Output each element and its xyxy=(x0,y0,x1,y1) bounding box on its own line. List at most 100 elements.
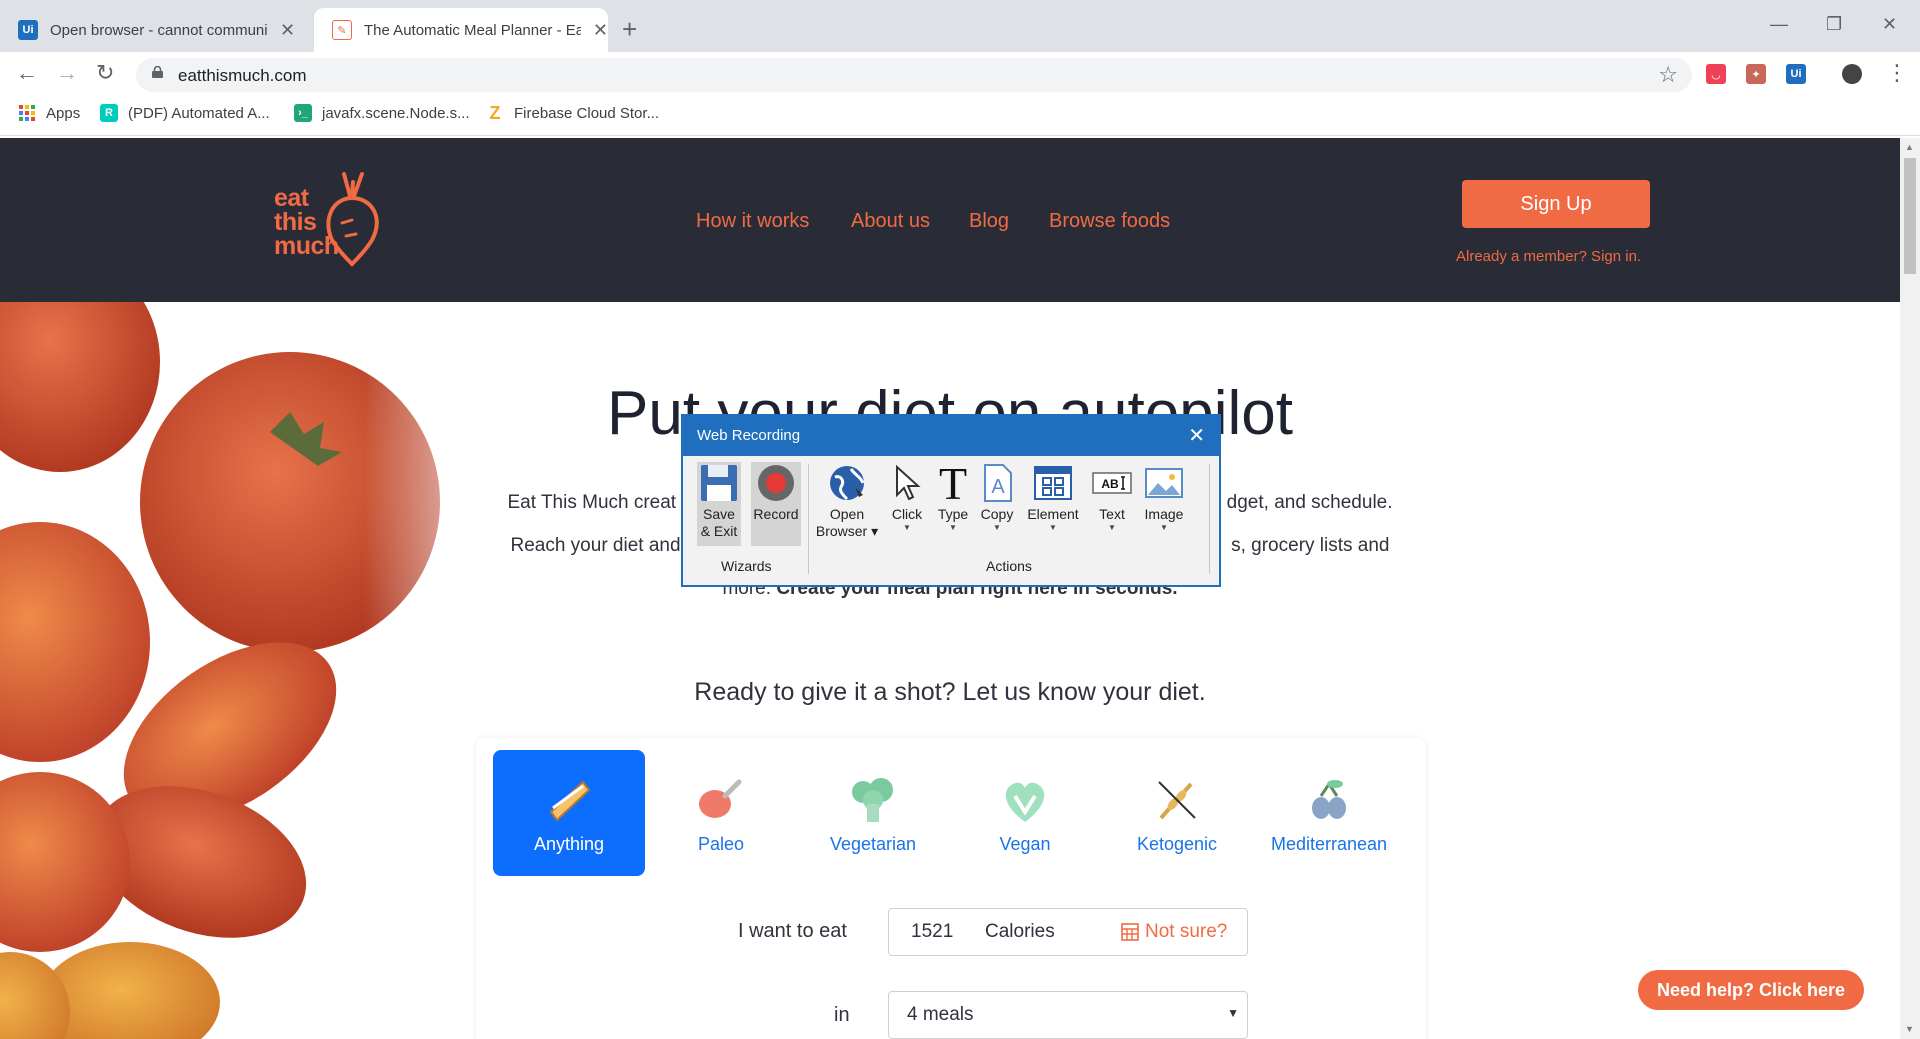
text-button[interactable]: AB Text ▼ xyxy=(1091,460,1133,532)
record-button[interactable]: Record xyxy=(751,460,801,523)
reload-icon[interactable]: ↻ xyxy=(96,60,114,86)
dialog-title: Web Recording xyxy=(697,427,801,444)
bookmark-star-icon[interactable]: ☆ xyxy=(1658,62,1678,88)
browser-word: Browser xyxy=(815,523,868,539)
copy-document-icon: A xyxy=(977,460,1017,506)
tab-meal-planner[interactable]: ✎ The Automatic Meal Planner - Ea ✕ xyxy=(314,8,608,52)
menu-icon[interactable]: ⋮ xyxy=(1886,60,1908,86)
sign-in-link[interactable]: Already a member? Sign in. xyxy=(1456,248,1641,265)
broccoli-icon xyxy=(852,778,893,822)
calories-input[interactable]: 1521 Calories Not sure? xyxy=(888,908,1248,956)
bookmark-javafx[interactable]: ›_ javafx.scene.Node.s... xyxy=(294,104,470,122)
need-help-button[interactable]: Need help? Click here xyxy=(1638,970,1864,1010)
nav-about-us[interactable]: About us xyxy=(851,210,930,233)
lead-text: s, grocery lists and xyxy=(1231,535,1390,556)
copy-label: Copy xyxy=(980,506,1014,522)
diet-paleo[interactable]: Paleo xyxy=(645,750,797,876)
dialog-titlebar[interactable]: Web Recording ✕ xyxy=(683,416,1219,456)
svg-text:A: A xyxy=(991,476,1005,498)
site-header: eat this much How it works About us Blog… xyxy=(0,138,1900,302)
diet-label: Ketogenic xyxy=(1136,834,1218,854)
wheat-crossed-icon xyxy=(1158,781,1196,820)
site-logo[interactable]: eat this much xyxy=(274,168,392,268)
url-text: eatthismuch.com xyxy=(178,66,307,85)
globe-icon xyxy=(827,460,867,506)
zotero-icon: Z xyxy=(486,103,504,123)
not-sure-link[interactable]: Not sure? xyxy=(1121,921,1227,943)
in-label: in xyxy=(834,1004,850,1026)
copy-button[interactable]: A Copy ▼ xyxy=(977,460,1017,532)
tab-strip: Ui Open browser - cannot communi ✕ ✎ The… xyxy=(0,0,1920,52)
nav-browse-foods[interactable]: Browse foods xyxy=(1049,210,1170,233)
image-button[interactable]: Image ▼ xyxy=(1139,460,1189,532)
text-field-icon: AB xyxy=(1092,460,1132,506)
element-window-icon xyxy=(1033,460,1073,506)
meals-select[interactable]: 4 meals ▼ xyxy=(888,991,1248,1039)
dropdown-arrow-icon: ▼ xyxy=(903,523,911,532)
diet-vegetarian[interactable]: Vegetarian xyxy=(797,750,949,876)
web-page: eat this much How it works About us Blog… xyxy=(0,138,1900,1039)
tab-open-browser[interactable]: Ui Open browser - cannot communi ✕ xyxy=(0,8,312,52)
wizards-group-label: Wizards xyxy=(721,558,772,574)
diet-anything[interactable]: Anything xyxy=(493,750,645,876)
bookmark-firebase[interactable]: Z Firebase Cloud Stor... xyxy=(486,103,659,123)
element-button[interactable]: Element ▼ xyxy=(1023,460,1083,532)
record-label: Record xyxy=(753,506,799,522)
text-label: Text xyxy=(1099,506,1125,522)
profile-avatar[interactable] xyxy=(1842,64,1862,84)
meals-value: 4 meals xyxy=(907,1004,974,1025)
image-label: Image xyxy=(1144,506,1184,522)
address-bar[interactable]: eatthismuch.com ☆ xyxy=(136,58,1692,92)
not-sure-text: Not sure? xyxy=(1145,921,1228,942)
close-tab-icon[interactable]: ✕ xyxy=(593,20,608,41)
uipath-extension-icon[interactable]: Ui xyxy=(1786,64,1806,84)
scroll-up-icon[interactable]: ▲ xyxy=(1905,142,1914,152)
click-button[interactable]: Click ▼ xyxy=(887,460,927,532)
lead-text: Eat This Much creat xyxy=(507,492,677,513)
diet-vegan[interactable]: Vegan xyxy=(949,750,1101,876)
element-label: Element xyxy=(1027,506,1079,522)
save-exit-button[interactable]: Save & Exit xyxy=(697,460,741,540)
bookmark-apps[interactable]: Apps xyxy=(18,104,80,122)
close-tab-icon[interactable]: ✕ xyxy=(280,20,295,41)
dropdown-arrow-icon: ▼ xyxy=(1049,523,1057,532)
nav-how-it-works[interactable]: How it works xyxy=(696,210,809,233)
group-separator xyxy=(808,464,809,574)
pocket-extension-icon[interactable]: ◡ xyxy=(1706,64,1726,84)
olives-icon xyxy=(1312,780,1346,819)
svg-text:AB: AB xyxy=(1101,477,1119,491)
close-window-icon[interactable]: ✕ xyxy=(1882,14,1897,35)
type-t-icon: T xyxy=(938,457,968,509)
record-icon xyxy=(756,460,796,506)
sign-up-button[interactable]: Sign Up xyxy=(1462,180,1650,228)
scroll-down-icon[interactable]: ▼ xyxy=(1905,1024,1914,1034)
sandwich-icon xyxy=(549,780,591,822)
diet-mediterranean[interactable]: Mediterranean xyxy=(1253,750,1405,876)
web-recording-dialog: Web Recording ✕ Save & Exit Record Wizar… xyxy=(681,414,1221,587)
lead-text: dget, and schedule. xyxy=(1226,492,1393,513)
forward-icon[interactable]: → xyxy=(56,60,78,86)
minimize-icon[interactable]: — xyxy=(1770,14,1788,35)
bookmark-label: Apps xyxy=(46,104,81,122)
lead-text: Reach your diet and xyxy=(510,535,681,556)
calculator-icon xyxy=(1121,923,1139,941)
close-dialog-icon[interactable]: ✕ xyxy=(1188,423,1205,448)
open-browser-button[interactable]: Open Browser ▾ xyxy=(815,460,879,540)
click-label: Click xyxy=(891,506,923,522)
nav-blog[interactable]: Blog xyxy=(969,210,1009,233)
scrollbar-thumb[interactable] xyxy=(1904,158,1916,274)
type-button[interactable]: T Type ▼ xyxy=(935,460,971,532)
group-separator xyxy=(1209,464,1210,574)
back-icon[interactable]: ← xyxy=(16,60,38,86)
new-tab-icon[interactable]: + xyxy=(622,14,637,45)
diet-ketogenic[interactable]: Ketogenic xyxy=(1101,750,1253,876)
bookmark-pdf[interactable]: R (PDF) Automated A... xyxy=(100,104,270,122)
page-scrollbar[interactable]: ▲ ▼ xyxy=(1900,138,1920,1039)
actions-group-label: Actions xyxy=(986,558,1032,574)
tab-title: The Automatic Meal Planner - Ea xyxy=(364,21,581,39)
type-label: Type xyxy=(937,506,969,522)
pdf-extension-icon[interactable]: ✦ xyxy=(1746,64,1766,84)
restore-icon[interactable]: ❐ xyxy=(1826,14,1842,35)
lock-icon xyxy=(152,66,163,78)
drumstick-icon xyxy=(699,779,742,818)
